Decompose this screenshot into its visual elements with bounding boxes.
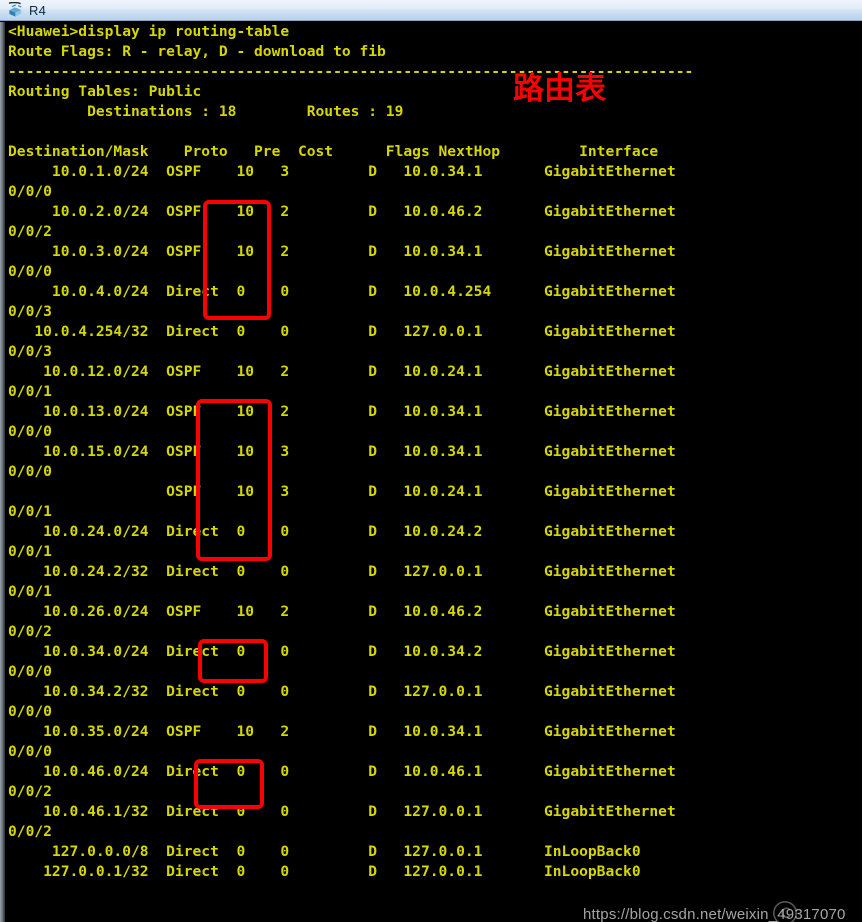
- routing-table-annotation-label: 路由表: [513, 71, 606, 107]
- watermark-logo-icon: [773, 901, 797, 922]
- route-row-14: 10.0.35.0/24 OSPF 10 2 D 10.0.34.1 Gigab…: [8, 723, 676, 740]
- route-row-8: OSPF 10 3 D 10.0.24.1 GigabitEthernet: [8, 483, 676, 500]
- route-row-13: 10.0.34.2/32 Direct 0 0 D 127.0.0.1 Giga…: [8, 683, 676, 700]
- route-row-12-interface-wrap: 0/0/0: [8, 663, 52, 680]
- router-icon: [6, 1, 24, 19]
- route-row-10: 10.0.24.2/32 Direct 0 0 D 127.0.0.1 Giga…: [8, 563, 676, 580]
- route-row-0: 10.0.1.0/24 OSPF 10 3 D 10.0.34.1 Gigabi…: [8, 163, 676, 180]
- route-row-2: 10.0.3.0/24 OSPF 10 2 D 10.0.34.1 Gigabi…: [8, 243, 676, 260]
- terminal-output-area[interactable]: <Huawei>display ip routing-table Route Fl…: [0, 22, 862, 922]
- terminal-text-block: <Huawei>display ip routing-table Route Fl…: [8, 22, 693, 882]
- route-row-17: 127.0.0.0/8 Direct 0 0 D 127.0.0.1 InLoo…: [8, 843, 641, 860]
- route-row-0-interface-wrap: 0/0/0: [8, 183, 52, 200]
- route-row-11: 10.0.26.0/24 OSPF 10 2 D 10.0.46.2 Gigab…: [8, 603, 676, 620]
- route-flags-line: Route Flags: R - relay, D - download to …: [8, 43, 386, 60]
- window-titlebar[interactable]: R4: [0, 0, 862, 21]
- route-row-4-interface-wrap: 0/0/3: [8, 343, 52, 360]
- route-row-15-interface-wrap: 0/0/2: [8, 783, 52, 800]
- route-row-7-interface-wrap: 0/0/0: [8, 463, 52, 480]
- window-title: R4: [29, 2, 47, 18]
- watermark-url: https://blog.csdn.net/weixin_49317070: [583, 906, 846, 922]
- route-row-11-interface-wrap: 0/0/2: [8, 623, 52, 640]
- route-row-5-interface-wrap: 0/0/1: [8, 383, 52, 400]
- terminal-left-bevel: [0, 22, 5, 922]
- route-row-1: 10.0.2.0/24 OSPF 10 2 D 10.0.46.2 Gigabi…: [8, 203, 676, 220]
- route-row-4: 10.0.4.254/32 Direct 0 0 D 127.0.0.1 Gig…: [8, 323, 676, 340]
- command-prompt-line: <Huawei>display ip routing-table: [8, 23, 290, 40]
- route-row-14-interface-wrap: 0/0/0: [8, 743, 52, 760]
- route-row-9-interface-wrap: 0/0/1: [8, 543, 52, 560]
- route-row-7: 10.0.15.0/24 OSPF 10 3 D 10.0.34.1 Gigab…: [8, 443, 676, 460]
- route-row-3-interface-wrap: 0/0/3: [8, 303, 52, 320]
- route-row-1-interface-wrap: 0/0/2: [8, 223, 52, 240]
- route-row-6: 10.0.13.0/24 OSPF 10 2 D 10.0.34.1 Gigab…: [8, 403, 676, 420]
- route-row-15: 10.0.46.0/24 Direct 0 0 D 10.0.46.1 Giga…: [8, 763, 676, 780]
- route-row-6-interface-wrap: 0/0/0: [8, 423, 52, 440]
- route-row-10-interface-wrap: 0/0/1: [8, 583, 52, 600]
- table-header-line: Destination/Mask Proto Pre Cost Flags Ne…: [8, 143, 659, 160]
- route-row-3: 10.0.4.0/24 Direct 0 0 D 10.0.4.254 Giga…: [8, 283, 676, 300]
- route-row-16-interface-wrap: 0/0/2: [8, 823, 52, 840]
- route-row-18: 127.0.0.1/32 Direct 0 0 D 127.0.0.1 InLo…: [8, 863, 641, 880]
- route-row-9: 10.0.24.0/24 Direct 0 0 D 10.0.24.2 Giga…: [8, 523, 676, 540]
- route-row-2-interface-wrap: 0/0/0: [8, 263, 52, 280]
- route-row-8-interface-wrap: 0/0/1: [8, 503, 52, 520]
- route-row-13-interface-wrap: 0/0/0: [8, 703, 52, 720]
- route-row-5: 10.0.12.0/24 OSPF 10 2 D 10.0.24.1 Gigab…: [8, 363, 676, 380]
- route-row-16: 10.0.46.1/32 Direct 0 0 D 127.0.0.1 Giga…: [8, 803, 676, 820]
- router-cli-window: R4 <Huawei>display ip routing-table Route…: [0, 0, 862, 922]
- route-row-12: 10.0.34.0/24 Direct 0 0 D 10.0.34.2 Giga…: [8, 643, 676, 660]
